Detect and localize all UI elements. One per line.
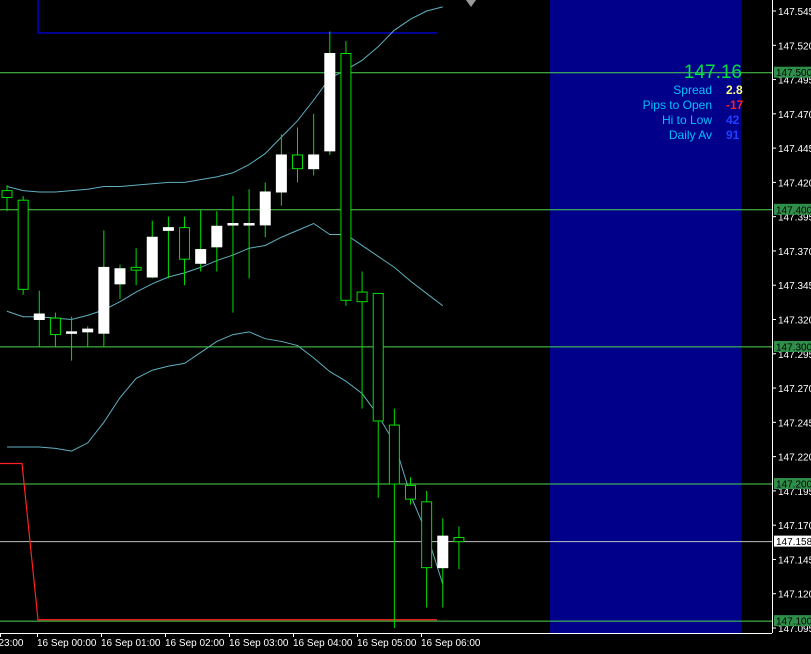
shift-marker bbox=[466, 0, 476, 7]
level-label: 147.400 bbox=[776, 205, 811, 216]
level-label: 147.200 bbox=[776, 480, 811, 491]
candle-body bbox=[340, 53, 352, 301]
level-label: 147.500 bbox=[776, 68, 811, 79]
candle-body bbox=[372, 292, 384, 422]
candle-body bbox=[405, 484, 416, 500]
candle-body bbox=[388, 424, 400, 485]
y-tick-label: 147.270 bbox=[778, 384, 811, 395]
x-tick-label: 16 Sep 01:00 bbox=[101, 638, 161, 649]
y-tick-label: 147.245 bbox=[778, 418, 811, 429]
candle-body bbox=[243, 223, 255, 226]
candle-body bbox=[259, 191, 271, 226]
info-spread-value: 2.8 bbox=[726, 83, 743, 97]
y-tick-label: 147.220 bbox=[778, 453, 811, 464]
x-tick-label: 16 Sep 23:00 bbox=[0, 638, 24, 649]
x-tick-label: 16 Sep 05:00 bbox=[357, 638, 417, 649]
candlestick-chart: 147.545 147.520 147.495 147.470 147.445 147.4… bbox=[0, 0, 811, 654]
y-tick-label: 147.145 bbox=[778, 555, 811, 566]
level-label: 147.100 bbox=[776, 617, 811, 628]
y-tick-label: 147.170 bbox=[778, 521, 811, 532]
candle-body bbox=[49, 317, 61, 336]
future-zone bbox=[550, 0, 741, 633]
y-tick-label: 147.545 bbox=[778, 7, 811, 18]
candle-body bbox=[114, 268, 126, 285]
info-daily-value: 91 bbox=[726, 128, 740, 142]
y-tick-label: 147.420 bbox=[778, 178, 811, 189]
x-tick-label: 16 Sep 02:00 bbox=[165, 638, 225, 649]
candle-body bbox=[356, 291, 368, 303]
candle-body bbox=[1, 190, 13, 198]
candle-body bbox=[33, 313, 45, 321]
bollinger-upper-line bbox=[6, 6, 443, 193]
candle-body bbox=[437, 535, 449, 569]
info-price: 147.16 bbox=[683, 62, 742, 83]
blue-range-line bbox=[37, 0, 437, 34]
y-tick-label: 147.370 bbox=[778, 247, 811, 258]
x-tick-label: 16 Sep 06:00 bbox=[421, 638, 481, 649]
candle-body bbox=[17, 199, 29, 290]
info-hilo-value: 42 bbox=[726, 113, 740, 127]
current-price-label: 147.158 bbox=[776, 537, 811, 548]
candle-body bbox=[292, 154, 304, 170]
info-daily-label: Daily Av bbox=[668, 128, 712, 142]
y-tick-label: 147.470 bbox=[778, 110, 811, 121]
candle-body bbox=[195, 249, 207, 264]
candle-body bbox=[324, 53, 336, 152]
x-tick-label: 16 Sep 04:00 bbox=[293, 638, 353, 649]
y-tick-label: 147.520 bbox=[778, 41, 811, 52]
info-hilo-label: Hi to Low bbox=[661, 113, 712, 127]
candle-body bbox=[308, 154, 320, 170]
candle-body bbox=[130, 266, 142, 271]
x-tick-label: 16 Sep 03:00 bbox=[229, 638, 289, 649]
candle-body bbox=[211, 225, 223, 248]
candle-body bbox=[98, 266, 110, 334]
y-tick-label: 147.445 bbox=[778, 144, 811, 155]
candle-body bbox=[227, 223, 239, 226]
y-tick-label: 147.120 bbox=[778, 590, 811, 601]
info-spread-label: Spread bbox=[673, 83, 712, 97]
candle-body bbox=[179, 227, 191, 260]
candle-body bbox=[453, 537, 465, 543]
candle-body bbox=[275, 154, 287, 193]
y-tick-label: 147.345 bbox=[778, 281, 811, 292]
x-tick-label: 16 Sep 00:00 bbox=[37, 638, 97, 649]
candle-body bbox=[66, 331, 78, 334]
candle-body bbox=[82, 328, 94, 333]
level-label: 147.300 bbox=[776, 342, 811, 353]
candle-body bbox=[421, 501, 433, 569]
y-tick-label: 147.320 bbox=[778, 316, 811, 327]
info-pips-label: Pips to Open bbox=[642, 98, 712, 112]
candle-body bbox=[146, 236, 158, 278]
info-pips-value: -17 bbox=[726, 98, 744, 112]
candle-body bbox=[162, 227, 174, 231]
